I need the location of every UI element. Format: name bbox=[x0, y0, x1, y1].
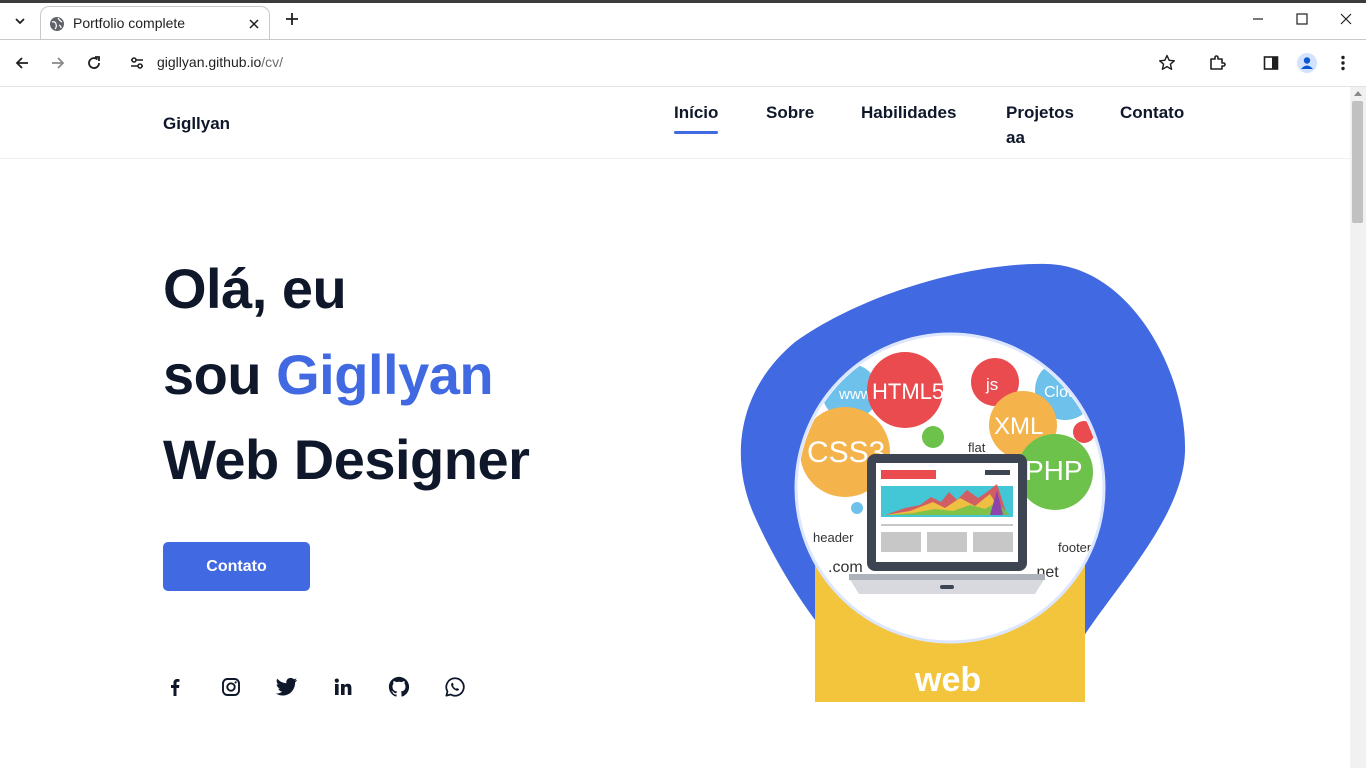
nav-link-contato[interactable]: Contato bbox=[1120, 100, 1184, 125]
kebab-menu-icon bbox=[1341, 55, 1345, 71]
facebook-link[interactable] bbox=[163, 675, 187, 699]
hero-title-line-1: Olá, eu bbox=[163, 257, 347, 320]
bookmark-button[interactable] bbox=[1156, 52, 1178, 74]
new-tab-button[interactable] bbox=[282, 9, 302, 29]
extensions-button[interactable] bbox=[1206, 52, 1228, 74]
contact-button[interactable]: Contato bbox=[163, 542, 310, 591]
url-host: gigllyan.github.io bbox=[157, 54, 262, 70]
browser-tab[interactable]: Portfolio complete bbox=[40, 6, 270, 43]
minimize-button[interactable] bbox=[1246, 7, 1270, 31]
arrow-right-icon bbox=[52, 57, 65, 69]
reload-icon bbox=[88, 56, 100, 69]
plus-icon bbox=[286, 13, 298, 25]
github-icon bbox=[388, 676, 410, 697]
label-web: web bbox=[914, 661, 981, 699]
menu-button[interactable] bbox=[1332, 52, 1354, 74]
chevron-down-icon bbox=[15, 18, 25, 25]
instagram-link[interactable] bbox=[219, 675, 243, 699]
page-scrollbar[interactable] bbox=[1350, 87, 1366, 768]
minimize-icon bbox=[1253, 18, 1263, 20]
site-logo[interactable]: Gigllyan bbox=[163, 114, 230, 134]
scroll-up-arrow[interactable] bbox=[1354, 91, 1362, 96]
reload-button[interactable] bbox=[83, 52, 105, 74]
star-icon bbox=[1159, 54, 1175, 70]
nav-link-inicio[interactable]: Início bbox=[674, 100, 718, 125]
label-header: header bbox=[813, 530, 854, 545]
green-dot bbox=[922, 426, 944, 448]
side-panel-button[interactable] bbox=[1260, 52, 1282, 74]
maximize-icon bbox=[1296, 13, 1308, 25]
label-www: www bbox=[838, 386, 872, 403]
scroll-thumb[interactable] bbox=[1352, 101, 1363, 223]
address-bar[interactable]: gigllyan.github.io/cv/ bbox=[157, 54, 283, 70]
facebook-icon bbox=[171, 679, 180, 696]
site-info-button[interactable] bbox=[126, 52, 148, 74]
hero-title-line-2: sou Gigllyan bbox=[163, 343, 494, 407]
nav-link-sobre[interactable]: Sobre bbox=[766, 100, 814, 125]
nav-link-projetos-label: Projetos bbox=[1006, 103, 1075, 122]
tune-icon bbox=[131, 57, 143, 69]
nav-link-projetos-label-2: aa bbox=[1006, 128, 1025, 147]
side-panel-icon bbox=[1263, 56, 1279, 70]
nav-link-habilidades[interactable]: Habilidades bbox=[861, 100, 956, 125]
linkedin-icon bbox=[334, 678, 352, 695]
instagram-icon bbox=[222, 678, 240, 696]
browser-toolbar: gigllyan.github.io/cv/ bbox=[0, 39, 1366, 87]
blue-dot bbox=[851, 502, 863, 514]
label-php: PHP bbox=[1025, 455, 1083, 486]
close-icon bbox=[1340, 13, 1352, 25]
hero-illustration: www HTML5 js Cloud XML CSS3 flat PHP hea… bbox=[740, 263, 1186, 702]
back-button[interactable] bbox=[11, 52, 33, 74]
hero-title-prefix: sou bbox=[163, 343, 277, 406]
avatar-icon bbox=[1297, 53, 1317, 73]
window-close-button[interactable] bbox=[1334, 7, 1358, 31]
site-header: Gigllyan Início Sobre Habilidades Projet… bbox=[0, 87, 1350, 159]
nav-active-indicator bbox=[674, 131, 718, 134]
label-com: .com bbox=[828, 559, 863, 576]
label-flat: flat bbox=[968, 440, 986, 455]
label-js: js bbox=[985, 375, 998, 394]
maximize-button[interactable] bbox=[1290, 7, 1314, 31]
puzzle-icon bbox=[1210, 55, 1226, 70]
label-xml: XML bbox=[994, 413, 1043, 440]
tab-search-button[interactable] bbox=[8, 9, 32, 33]
whatsapp-icon bbox=[445, 677, 465, 697]
profile-button[interactable] bbox=[1296, 52, 1318, 74]
forward-button[interactable] bbox=[47, 52, 69, 74]
tab-strip: Portfolio complete bbox=[0, 3, 1366, 43]
whatsapp-link[interactable] bbox=[443, 675, 467, 699]
twitter-link[interactable] bbox=[275, 675, 299, 699]
url-path: /cv/ bbox=[261, 54, 284, 70]
github-link[interactable] bbox=[387, 675, 411, 699]
linkedin-link[interactable] bbox=[331, 675, 355, 699]
twitter-icon bbox=[276, 677, 298, 696]
tab-title: Portfolio complete bbox=[73, 15, 186, 31]
close-icon bbox=[249, 19, 259, 29]
page-viewport: Gigllyan Início Sobre Habilidades Projet… bbox=[0, 87, 1350, 768]
tab-close-button[interactable] bbox=[245, 15, 263, 33]
label-html5: HTML5 bbox=[872, 379, 944, 404]
globe-icon bbox=[50, 17, 64, 31]
hero-name: Gigllyan bbox=[276, 343, 494, 406]
nav-link-projetos[interactable]: Projetos aa bbox=[1006, 100, 1074, 150]
hero-title-line-3: Web Designer bbox=[163, 428, 530, 491]
label-footer: footer bbox=[1058, 540, 1092, 555]
arrow-left-icon bbox=[15, 57, 28, 69]
